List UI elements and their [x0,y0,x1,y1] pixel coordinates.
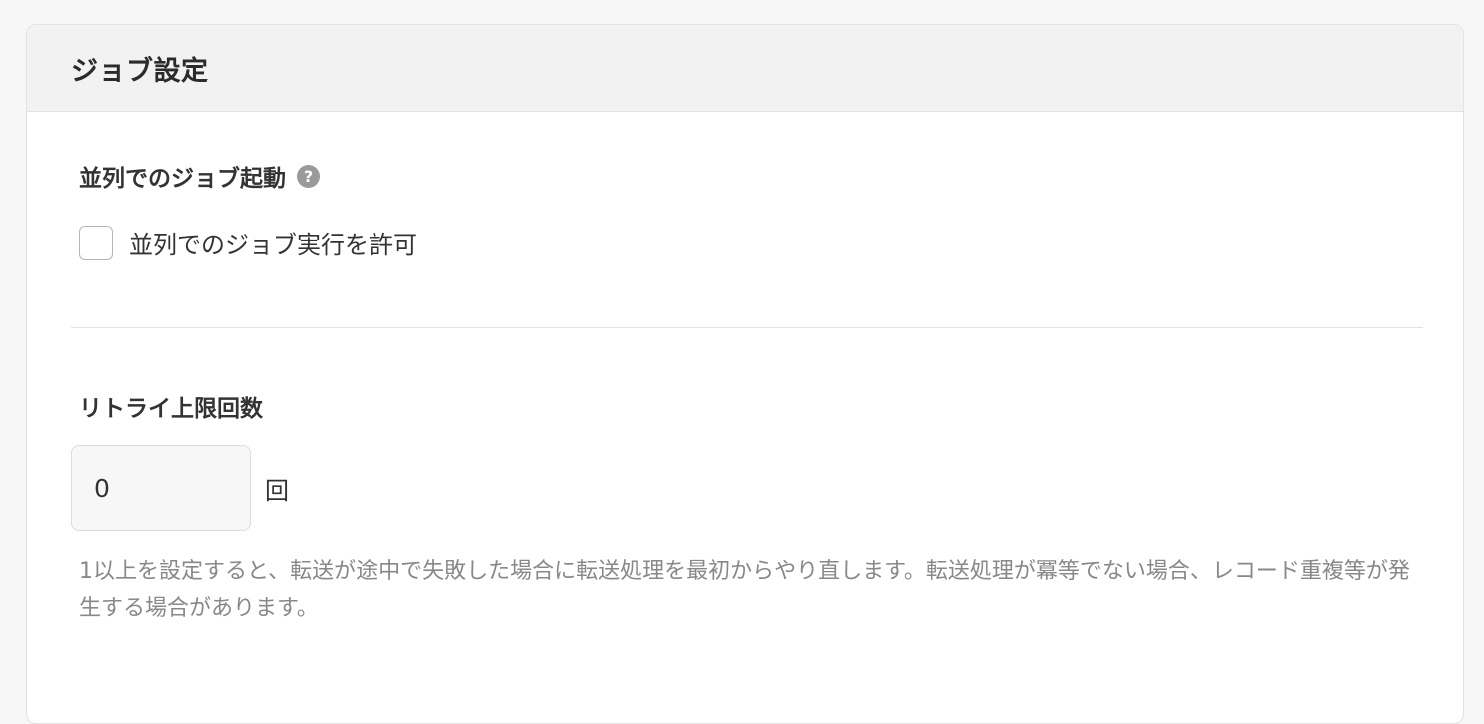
parallel-section-title: 並列でのジョブ起動 ? [79,159,417,193]
section-divider [71,327,1423,328]
retry-section-heading: リトライ上限回数 [79,389,263,423]
job-settings-card: ジョブ設定 並列でのジョブ起動 ? 並列でのジョブ実行を許可 リトライ上限回数 … [26,24,1464,724]
retry-help-text: 1以上を設定すると、転送が途中で失敗した場合に転送処理を最初からやり直します。転… [79,559,1410,621]
card-title: ジョブ設定 [71,55,209,87]
parallel-checkbox-row[interactable]: 並列でのジョブ実行を許可 [79,225,417,260]
card-header: ジョブ設定 [27,25,1463,112]
parallel-checkbox-label[interactable]: 並列でのジョブ実行を許可 [129,225,417,260]
retry-unit-label: 回 [265,476,289,505]
retry-section-title: リトライ上限回数 [79,396,263,422]
retry-input-row: 回 [71,445,289,531]
retry-count-input[interactable] [71,445,251,531]
parallel-section: 並列でのジョブ起動 ? 並列でのジョブ実行を許可 [79,159,417,260]
parallel-title-text: 並列でのジョブ起動 [79,166,286,192]
question-circle-icon[interactable]: ? [297,164,320,188]
parallel-checkbox[interactable] [79,225,113,260]
